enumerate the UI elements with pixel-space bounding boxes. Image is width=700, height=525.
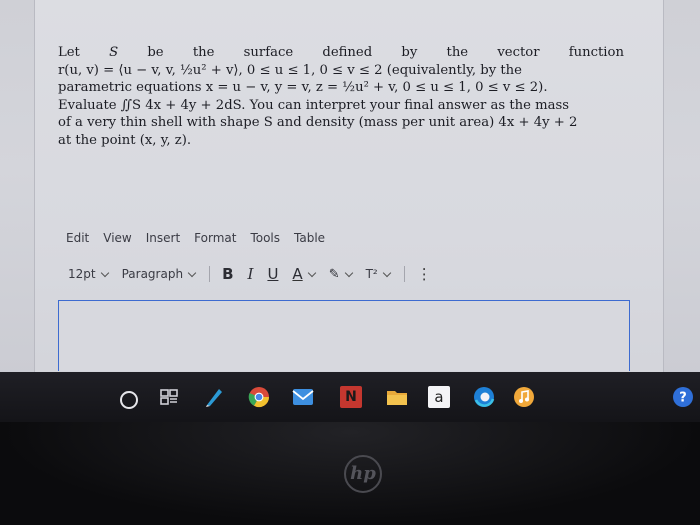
font-size-select[interactable]: 12pt [68,267,109,281]
answer-editor[interactable] [58,300,630,371]
word: the [192,45,215,60]
pen-app-icon[interactable] [203,386,225,408]
superscript-button[interactable]: T² [365,267,391,281]
word: defined [322,45,373,60]
editor-toolbar: 12pt Paragraph B I U A ✎ T² ⋮ [68,264,432,284]
menu-tools[interactable]: Tools [250,231,280,247]
amazon-icon[interactable]: a [428,386,450,408]
word: function [568,45,624,60]
word: the [446,45,469,60]
text-color-icon: A [292,265,303,283]
question-line-5: of a very thin shell with shape S and de… [58,115,578,131]
block-format-value: Paragraph [121,267,184,281]
help-icon[interactable]: ? [672,386,694,408]
chrome-icon[interactable] [248,386,270,408]
menu-edit[interactable]: Edit [66,231,89,247]
superscript-icon: T² [365,267,378,281]
question-line-1: Let S be the surface defined by the vect… [58,44,624,62]
question-text: Let S be the surface defined by the vect… [58,44,624,150]
underline-button[interactable]: U [267,265,278,283]
word: be [147,45,164,60]
toolbar-divider [403,266,405,282]
chevron-down-icon [100,268,109,277]
bold-button[interactable]: B [222,265,233,283]
word: by [401,45,418,60]
menu-insert[interactable]: Insert [146,231,180,247]
question-line-2: r(u, v) = ⟨u − v, v, ½u² + v⟩, 0 ≤ u ≤ 1… [58,62,522,78]
chevron-down-icon [187,268,197,277]
news-icon[interactable]: N [340,386,362,408]
hp-logo-text: hp [350,463,376,484]
os-taskbar: N a ? [0,372,700,422]
question-line-4: Evaluate ∬S 4x + 4y + 2dS. You can inter… [58,97,570,113]
more-options-icon[interactable]: ⋮ [417,265,432,283]
word: S [109,45,119,60]
hp-logo: hp [344,455,382,493]
files-icon[interactable] [158,386,180,408]
folder-icon[interactable] [386,386,408,408]
edge-icon[interactable] [473,386,495,408]
highlight-icon: ✎ [328,266,340,282]
chevron-down-icon [344,268,353,277]
mail-icon[interactable] [292,386,314,408]
menu-table[interactable]: Table [294,231,325,247]
laptop-screen: Let S be the surface defined by the vect… [0,0,700,422]
question-line-6: at the point (x, y, z). [58,132,192,148]
text-color-button[interactable]: A [292,265,316,283]
word: vector [497,45,540,60]
chevron-down-icon [382,268,391,277]
launcher-icon[interactable] [120,391,138,409]
menu-format[interactable]: Format [194,231,236,247]
word: surface [243,45,294,60]
block-format-select[interactable]: Paragraph [121,267,197,281]
question-line-3: parametric equations x = u − v, y = v, z… [58,80,548,96]
svg-text:?: ? [679,391,687,406]
word: Let [58,45,80,60]
chevron-down-icon [307,268,316,277]
menu-view[interactable]: View [103,231,131,247]
editor-menubar: Edit View Insert Format Tools Table [66,231,339,247]
music-icon[interactable] [513,386,535,408]
highlight-button[interactable]: ✎ [328,266,353,282]
font-size-value: 12pt [68,267,96,281]
italic-button[interactable]: I [248,265,254,283]
toolbar-divider [209,266,211,282]
